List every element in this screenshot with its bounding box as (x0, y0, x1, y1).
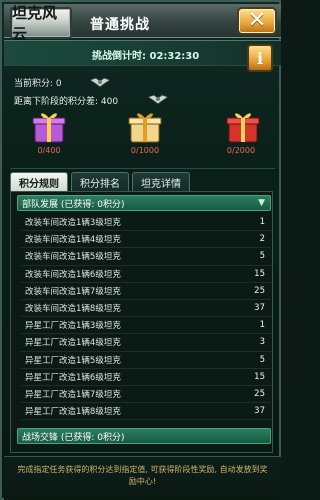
rule-score: 15 (254, 268, 265, 279)
challenge-window: 坦克风云 普通挑战 ✕ 挑战倒计时: 02:32:30 i 当前积分: 0 距离… (0, 0, 281, 500)
footer-hint: 完成指定任务获得的积分达到指定值, 可获得阶段性奖励, 自动发放到奖励中心! (17, 465, 268, 486)
rule-name: 异星工厂改造1辆6级坦克 (25, 372, 121, 383)
game-logo: 坦克风云 (10, 4, 72, 43)
list-item: 改装车间改造1辆5级坦克 5 (21, 248, 271, 266)
section-battle-label: 战场交锋 (已获得: 0积分) (22, 432, 125, 443)
list-item: 改装车间改造1辆3级坦克 1 (21, 214, 271, 232)
divider (10, 168, 275, 169)
rule-name: 异星工厂改造1辆4级坦克 (25, 338, 121, 349)
rule-name: 改装车间改造1辆5级坦克 (25, 252, 121, 263)
tab-score-ranking[interactable]: 积分排名 (71, 172, 129, 192)
tab-bar: 积分规则 积分排名 坦克详情 (10, 172, 190, 192)
rule-name: 改装车间改造1辆7级坦克 (25, 286, 121, 297)
tab-tank-details[interactable]: 坦克详情 (132, 172, 190, 192)
rule-score: 37 (254, 303, 265, 314)
rule-name: 改装车间改造1辆6级坦克 (25, 269, 121, 280)
rule-score: 37 (254, 406, 265, 417)
list-item: 异星工厂改造1辆4级坦克 3 (21, 334, 271, 352)
section-army-label: 部队发展 (已获得: 0积分) (22, 199, 125, 210)
list-item: 异星工厂改造1辆6级坦克 15 (21, 369, 271, 386)
gift-progress-3: 0/2000 (226, 146, 256, 155)
gift-box-red-icon[interactable] (226, 108, 260, 144)
list-item: 异星工厂改造1辆5级坦克 5 (21, 352, 271, 369)
rule-score: 1 (259, 217, 265, 228)
list-item: 异星工厂改造1辆8级坦克 37 (21, 403, 271, 421)
rule-name: 改装车间改造1辆4级坦克 (25, 235, 121, 246)
countdown-timer: 挑战倒计时: 02:32:30 (92, 51, 200, 62)
list-item: 异星工厂改造1辆7级坦克 25 (21, 386, 271, 404)
rule-score: 5 (259, 251, 265, 262)
current-score-label: 当前积分: 0 (14, 79, 62, 89)
next-rank-badge-icon (147, 90, 169, 105)
rule-score: 25 (254, 285, 265, 296)
chevron-down-icon: ▼ (258, 198, 265, 208)
rule-score: 3 (259, 337, 265, 348)
gift-box-gold-icon[interactable] (128, 108, 162, 144)
rules-panel: 部队发展 (已获得: 0积分) ▼ 改装车间改造1辆3级坦克 1 改装车间改造1辆… (10, 191, 273, 453)
gift-progress-1: 0/400 (37, 146, 61, 155)
close-button[interactable]: ✕ (237, 7, 277, 35)
logo-text: 坦克风云 (12, 4, 58, 43)
rule-score: 15 (254, 371, 265, 382)
gift-progress-2: 0/1000 (130, 146, 160, 155)
list-item: 改装车间改造1辆4级坦克 2 (21, 231, 271, 249)
gift-box-purple-icon[interactable] (32, 108, 66, 144)
next-stage-gap-label: 距离下阶段的积分差: 400 (14, 97, 119, 107)
rule-name: 改装车间改造1辆3级坦克 (25, 218, 121, 229)
tab-score-rules[interactable]: 积分规则 (10, 172, 68, 192)
page-title: 普通挑战 (90, 17, 150, 33)
list-item: 改装车间改造1辆6级坦克 15 (21, 266, 271, 283)
rule-name: 改装车间改造1辆8级坦克 (25, 304, 121, 315)
rule-name: 异星工厂改造1辆7级坦克 (25, 389, 121, 400)
close-icon: ✕ (247, 8, 267, 33)
list-item: 异星工厂改造1辆3级坦克 1 (21, 317, 271, 335)
list-item: 改装车间改造1辆7级坦克 25 (21, 283, 271, 300)
rule-score: 5 (259, 354, 265, 365)
section-army-development[interactable]: 部队发展 (已获得: 0积分) ▼ (17, 195, 271, 211)
score-area: 当前积分: 0 距离下阶段的积分差: 400 0/400 0/1000 0/20… (4, 68, 281, 164)
section-battlefield[interactable]: 战场交锋 (已获得: 0积分) (17, 428, 271, 444)
rule-name: 异星工厂改造1辆8级坦克 (25, 407, 121, 418)
rule-name: 异星工厂改造1辆3级坦克 (25, 321, 121, 332)
score-rules-list: 改装车间改造1辆3级坦克 1 改装车间改造1辆4级坦克 2 改装车间改造1辆5级坦克… (21, 214, 271, 421)
footer: 完成指定任务获得的积分达到指定值, 可获得阶段性奖励, 自动发放到奖励中心! (4, 456, 281, 500)
rule-score: 1 (259, 320, 265, 331)
info-icon: i (256, 48, 264, 68)
header-bar: 坦克风云 普通挑战 ✕ (4, 4, 281, 43)
rule-score: 2 (259, 234, 265, 245)
list-item: 改装车间改造1辆8级坦克 37 (21, 300, 271, 318)
rank-badge-icon (89, 73, 111, 88)
rule-name: 异星工厂改造1辆5级坦克 (25, 355, 121, 366)
rule-score: 25 (254, 388, 265, 399)
countdown-bar: 挑战倒计时: 02:32:30 (4, 40, 281, 66)
